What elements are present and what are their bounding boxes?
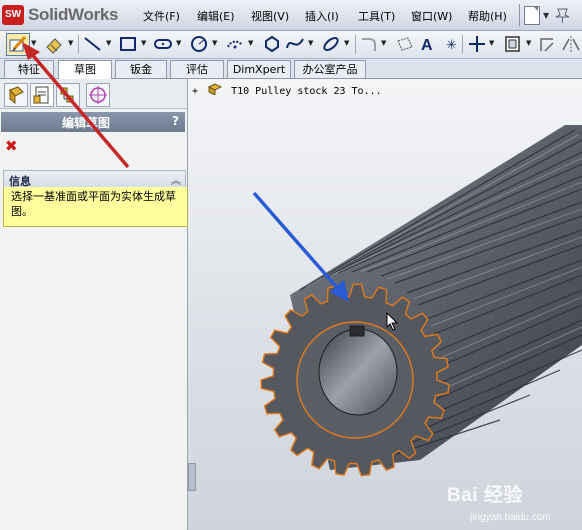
tab-evaluate[interactable]: 评估 [170,60,224,78]
property-manager-tab[interactable] [30,83,54,107]
configuration-manager-tab[interactable] [56,83,80,107]
mirror-entities-icon[interactable] [560,33,582,55]
bore [318,328,398,416]
menu-separator [519,4,520,26]
ellipse-dropdown-arrow[interactable]: ▼ [344,39,349,47]
slot-icon[interactable] [152,33,174,55]
line-dropdown-arrow[interactable]: ▼ [106,39,111,47]
pushpin-icon[interactable] [552,6,574,24]
panel-splitter-handle[interactable] [188,463,196,491]
ellipse-icon[interactable] [320,33,342,55]
text-icon[interactable]: A [417,33,439,55]
property-manager-title: 编辑草图 [61,116,110,130]
menu-tools[interactable]: 工具(T) [358,8,395,24]
sketch-fillet-icon[interactable] [358,33,380,55]
new-document-dropdown-arrow[interactable]: ▼ [543,11,549,20]
rectangle-dropdown-arrow[interactable]: ▼ [141,39,146,47]
menu-edit[interactable]: 编辑(E) [197,8,235,24]
slot-dropdown-arrow[interactable]: ▼ [176,39,181,47]
watermark-logo: Bai 经验 [447,485,523,506]
property-manager-panel [0,79,188,530]
svg-text:A: A [421,37,433,54]
menu-window[interactable]: 窗口(W) [411,8,452,24]
spline-icon[interactable] [284,33,306,55]
property-manager-icon [33,86,49,104]
line-icon[interactable] [82,33,104,55]
tab-dimxpert[interactable]: DimXpert [227,60,291,78]
smart-dimension-icon[interactable] [43,33,65,55]
menu-help[interactable]: 帮助(H) [468,8,507,24]
circle-dropdown-arrow[interactable]: ▼ [212,39,217,47]
menu-file[interactable]: 文件(F) [143,8,180,24]
svg-text:✳: ✳ [446,38,457,53]
tab-sheet-metal[interactable]: 钣金 [115,60,167,78]
dimension-dropdown-arrow[interactable]: ▼ [68,39,73,47]
trim-dropdown-arrow[interactable]: ▼ [489,39,494,47]
centerpoint-arc-icon[interactable] [224,33,246,55]
tab-sketch[interactable]: 草图 [58,60,112,79]
convert-dropdown-arrow[interactable]: ▼ [526,39,531,47]
toolbar-separator [355,35,356,54]
feature-manager-icon [9,86,24,105]
double-chevron-up-icon[interactable]: ︽ [171,172,181,187]
spline-dropdown-arrow[interactable]: ▼ [308,39,313,47]
tab-office-products[interactable]: 办公室产品 [294,60,366,78]
offset-entities-icon[interactable] [537,33,559,55]
keyway [349,325,365,337]
rectangle-icon[interactable] [117,33,139,55]
pulley-model[interactable] [188,79,582,530]
tree-root-label[interactable]: T10 Pulley stock 23 To... [231,86,382,97]
sketch-dropdown-arrow[interactable]: ▼ [31,39,36,47]
plane-icon[interactable] [394,33,416,55]
help-button[interactable]: ? [172,114,179,128]
mouse-cursor-icon [386,312,399,331]
sketch-pencil-icon [9,35,27,52]
trim-entities-icon[interactable] [466,33,488,55]
property-manager-header: 编辑草图 ? [1,112,185,132]
menu-insert[interactable]: 插入(I) [305,8,339,24]
menu-view[interactable]: 视图(V) [251,8,289,24]
panel-tabs [0,79,187,109]
graphics-area[interactable] [188,79,582,530]
toolbar-separator [78,35,79,54]
sketch-button[interactable] [6,33,30,56]
arc-dropdown-arrow[interactable]: ▼ [248,39,253,47]
point-icon[interactable]: ✳ [440,33,462,55]
fillet-dropdown-arrow[interactable]: ▼ [381,39,386,47]
watermark-url: jingyan.baidu.com [470,512,551,523]
sketch-toolbar: ▼ ▼ ▼ ▼ ▼ ▼ ▼ ▼ ▼ ▼ A ✳ ▼ ▼ [0,31,582,59]
sw-logo-badge: SW [2,5,24,25]
part-icon [207,83,223,96]
dimxpert-manager-tab[interactable] [86,83,110,107]
feature-manager-tab[interactable] [4,83,28,107]
close-icon[interactable]: ✖ [5,138,18,154]
tab-features[interactable]: 特征 [4,60,54,78]
solidworks-logo[interactable]: SW SolidWorks [2,3,122,27]
toolbar-separator [462,35,463,54]
dimxpert-manager-icon [89,86,107,104]
menubar: SW SolidWorks 文件(F) 编辑(E) 视图(V) 插入(I) 工具… [0,0,582,31]
polygon-icon[interactable] [261,33,283,55]
tree-expander[interactable]: + [192,86,198,97]
feature-tree: + T10 Pulley stock 23 To... [192,83,382,97]
convert-entities-icon[interactable] [502,33,524,55]
new-document-fold [533,6,538,11]
app-logo-text: SolidWorks [28,5,119,24]
info-message: 选择一基准面或平面为实体生成草图。 [3,187,188,227]
command-manager-tabs: 特征 草图 钣金 评估 DimXpert 办公室产品 [0,59,582,79]
configuration-manager-icon [60,87,74,103]
circle-icon[interactable] [188,33,210,55]
